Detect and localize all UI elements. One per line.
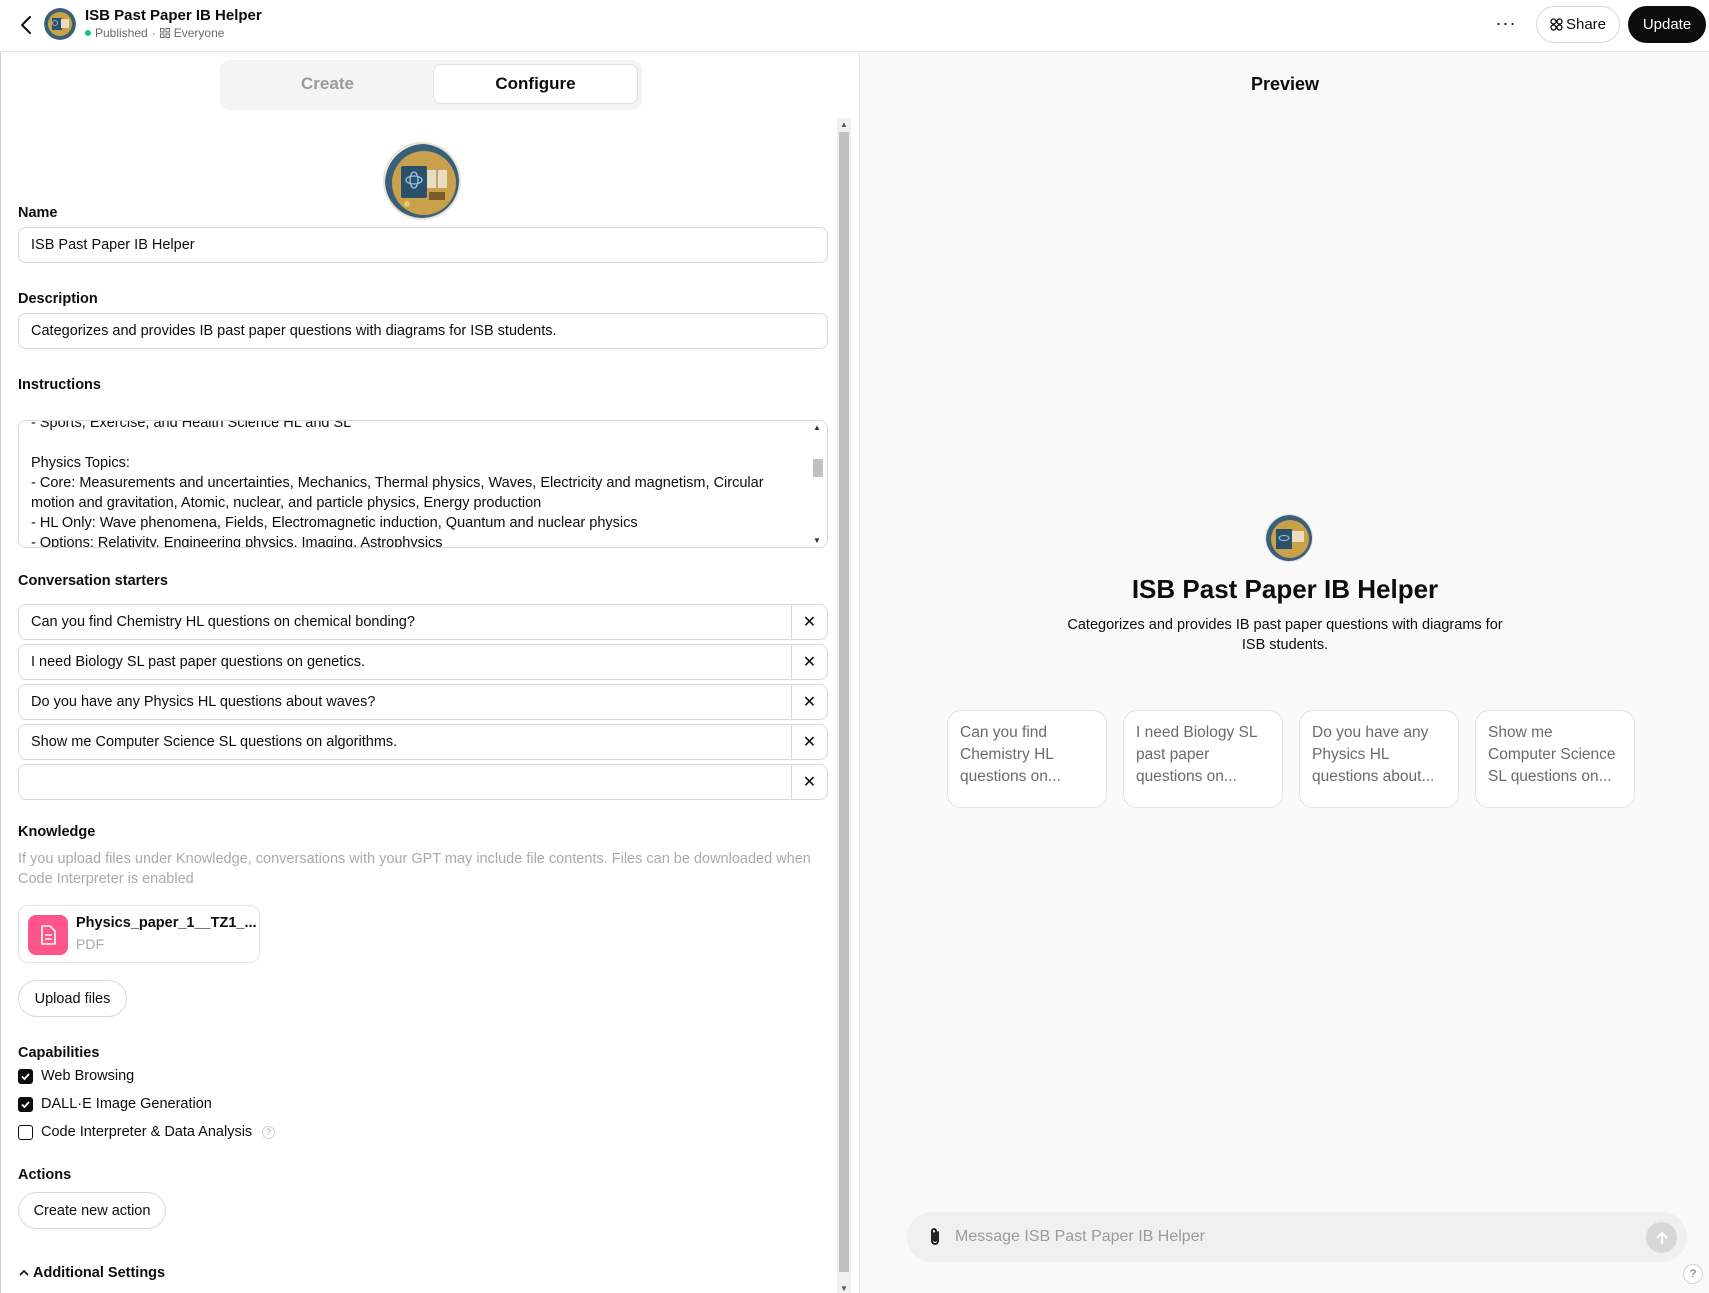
remove-starter-icon[interactable]: ✕: [791, 605, 827, 639]
checkbox-checked-icon[interactable]: [18, 1096, 33, 1112]
instructions-textarea[interactable]: - Sports, Exercise, and Health Science H…: [18, 420, 828, 548]
remove-starter-icon[interactable]: ✕: [791, 765, 827, 799]
preview-gpt-avatar: [1265, 514, 1313, 562]
starter-card[interactable]: Do you have any Physics HL questions abo…: [1299, 710, 1459, 808]
instr-scroll-up-icon[interactable]: ▲: [813, 423, 821, 432]
additional-settings-toggle[interactable]: Additional Settings: [18, 1265, 165, 1281]
published-dot-icon: [85, 30, 91, 36]
share-label: Share: [1565, 16, 1607, 33]
starter-input[interactable]: Can you find Chemistry HL questions on c…: [31, 605, 415, 639]
starter-row[interactable]: Can you find Chemistry HL questions on c…: [18, 604, 828, 640]
preview-gpt-name: ISB Past Paper IB Helper: [1131, 574, 1439, 604]
gpt-avatar-small: [44, 8, 76, 40]
knowledge-hint: If you upload files under Knowledge, con…: [18, 851, 811, 887]
starter-input[interactable]: Show me Computer Science SL questions on…: [31, 725, 397, 759]
starter-row[interactable]: I need Biology SL past paper questions o…: [18, 644, 828, 680]
instructions-text: - Sports, Exercise, and Health Science H…: [31, 420, 764, 548]
message-input[interactable]: [955, 1212, 1595, 1262]
knowledge-file-card[interactable]: Physics_paper_1__TZ1_... PDF: [18, 905, 260, 963]
starter-card[interactable]: I need Biology SL past paper questions o…: [1123, 710, 1283, 808]
starter-row-empty[interactable]: ✕: [18, 764, 828, 800]
instructions-label: Instructions: [18, 377, 101, 393]
back-chevron-icon[interactable]: [14, 12, 40, 38]
remove-starter-icon[interactable]: ✕: [791, 645, 827, 679]
starter-row[interactable]: Show me Computer Science SL questions on…: [18, 724, 828, 760]
description-label: Description: [18, 291, 98, 307]
file-name: Physics_paper_1__TZ1_...: [76, 915, 257, 931]
starter-input[interactable]: Do you have any Physics HL questions abo…: [31, 685, 375, 719]
capability-label: Web Browsing: [41, 1068, 135, 1084]
tab-configure[interactable]: Configure: [433, 64, 638, 104]
capability-web-browsing[interactable]: Web Browsing: [18, 1068, 134, 1084]
top-bar: ISB Past Paper IB Helper Published · Eve…: [0, 0, 1709, 52]
visibility-text: Everyone: [173, 26, 225, 40]
send-button[interactable]: [1646, 1222, 1677, 1253]
arrow-up-icon: [1656, 1231, 1667, 1244]
preview-panel: Preview ISB Past Paper IB Helper Categor…: [861, 52, 1709, 1293]
starter-input[interactable]: I need Biology SL past paper questions o…: [31, 645, 365, 679]
scroll-down-icon[interactable]: ▼: [840, 1284, 848, 1293]
starter-card[interactable]: Can you find Chemistry HL questions on..…: [947, 710, 1107, 808]
gpt-title: ISB Past Paper IB Helper: [85, 7, 262, 24]
upload-files-button[interactable]: Upload files: [18, 980, 127, 1017]
instr-scroll-thumb[interactable]: [813, 459, 823, 477]
description-field[interactable]: Categorizes and provides IB past paper q…: [18, 313, 828, 349]
message-composer: [907, 1212, 1687, 1262]
grid-icon: [1550, 18, 1563, 31]
share-button[interactable]: Share: [1536, 6, 1620, 43]
create-action-button[interactable]: Create new action: [18, 1192, 166, 1229]
name-field[interactable]: ISB Past Paper IB Helper: [18, 227, 828, 263]
scroll-thumb[interactable]: [839, 132, 849, 1272]
preview-title: Preview: [1250, 74, 1320, 94]
name-label: Name: [18, 205, 58, 221]
starter-row[interactable]: Do you have any Physics HL questions abo…: [18, 684, 828, 720]
meta-separator: ·: [151, 26, 156, 40]
capabilities-label: Capabilities: [18, 1045, 100, 1061]
additional-settings-label: Additional Settings: [33, 1265, 166, 1281]
update-button[interactable]: Update: [1628, 6, 1706, 43]
capability-dalle[interactable]: DALL·E Image Generation: [18, 1096, 212, 1112]
capability-code-interpreter[interactable]: Code Interpreter & Data Analysis ?: [18, 1124, 276, 1140]
help-icon[interactable]: ?: [262, 1125, 276, 1139]
help-button[interactable]: ?: [1683, 1264, 1703, 1284]
starters-label: Conversation starters: [18, 573, 168, 589]
capability-label: Code Interpreter & Data Analysis: [41, 1124, 253, 1140]
actions-label: Actions: [18, 1167, 72, 1183]
gpt-avatar-editor[interactable]: [383, 142, 461, 220]
instr-scroll-down-icon[interactable]: ▼: [813, 536, 821, 545]
paperclip-icon[interactable]: [923, 1225, 947, 1249]
starter-card[interactable]: Show me Computer Science SL questions on…: [1475, 710, 1635, 808]
everyone-icon: [159, 28, 170, 38]
document-icon: [28, 915, 68, 955]
remove-starter-icon[interactable]: ✕: [791, 685, 827, 719]
mode-tabs: Create Configure: [220, 60, 642, 110]
status-text: Published: [95, 26, 148, 40]
remove-starter-icon[interactable]: ✕: [791, 725, 827, 759]
checkbox-unchecked-icon[interactable]: [18, 1124, 33, 1140]
instructions-scrollbar[interactable]: ▲ ▼: [811, 423, 825, 545]
knowledge-label: Knowledge: [18, 824, 96, 840]
publish-status: Published · Everyone: [85, 26, 224, 40]
scroll-up-icon[interactable]: ▲: [840, 120, 848, 129]
checkbox-checked-icon[interactable]: [18, 1068, 33, 1084]
more-options-button[interactable]: ···: [1490, 10, 1522, 40]
configure-panel: Create Configure ▲ ▼ Name ISB Past Paper…: [0, 52, 860, 1293]
panel-scrollbar[interactable]: ▲ ▼: [837, 118, 851, 1293]
file-type: PDF: [76, 936, 104, 952]
tab-create[interactable]: Create: [225, 64, 430, 104]
capability-label: DALL·E Image Generation: [41, 1096, 212, 1112]
chevron-up-icon: [19, 1269, 29, 1276]
preview-gpt-description: Categorizes and provides IB past paper q…: [1067, 617, 1503, 653]
